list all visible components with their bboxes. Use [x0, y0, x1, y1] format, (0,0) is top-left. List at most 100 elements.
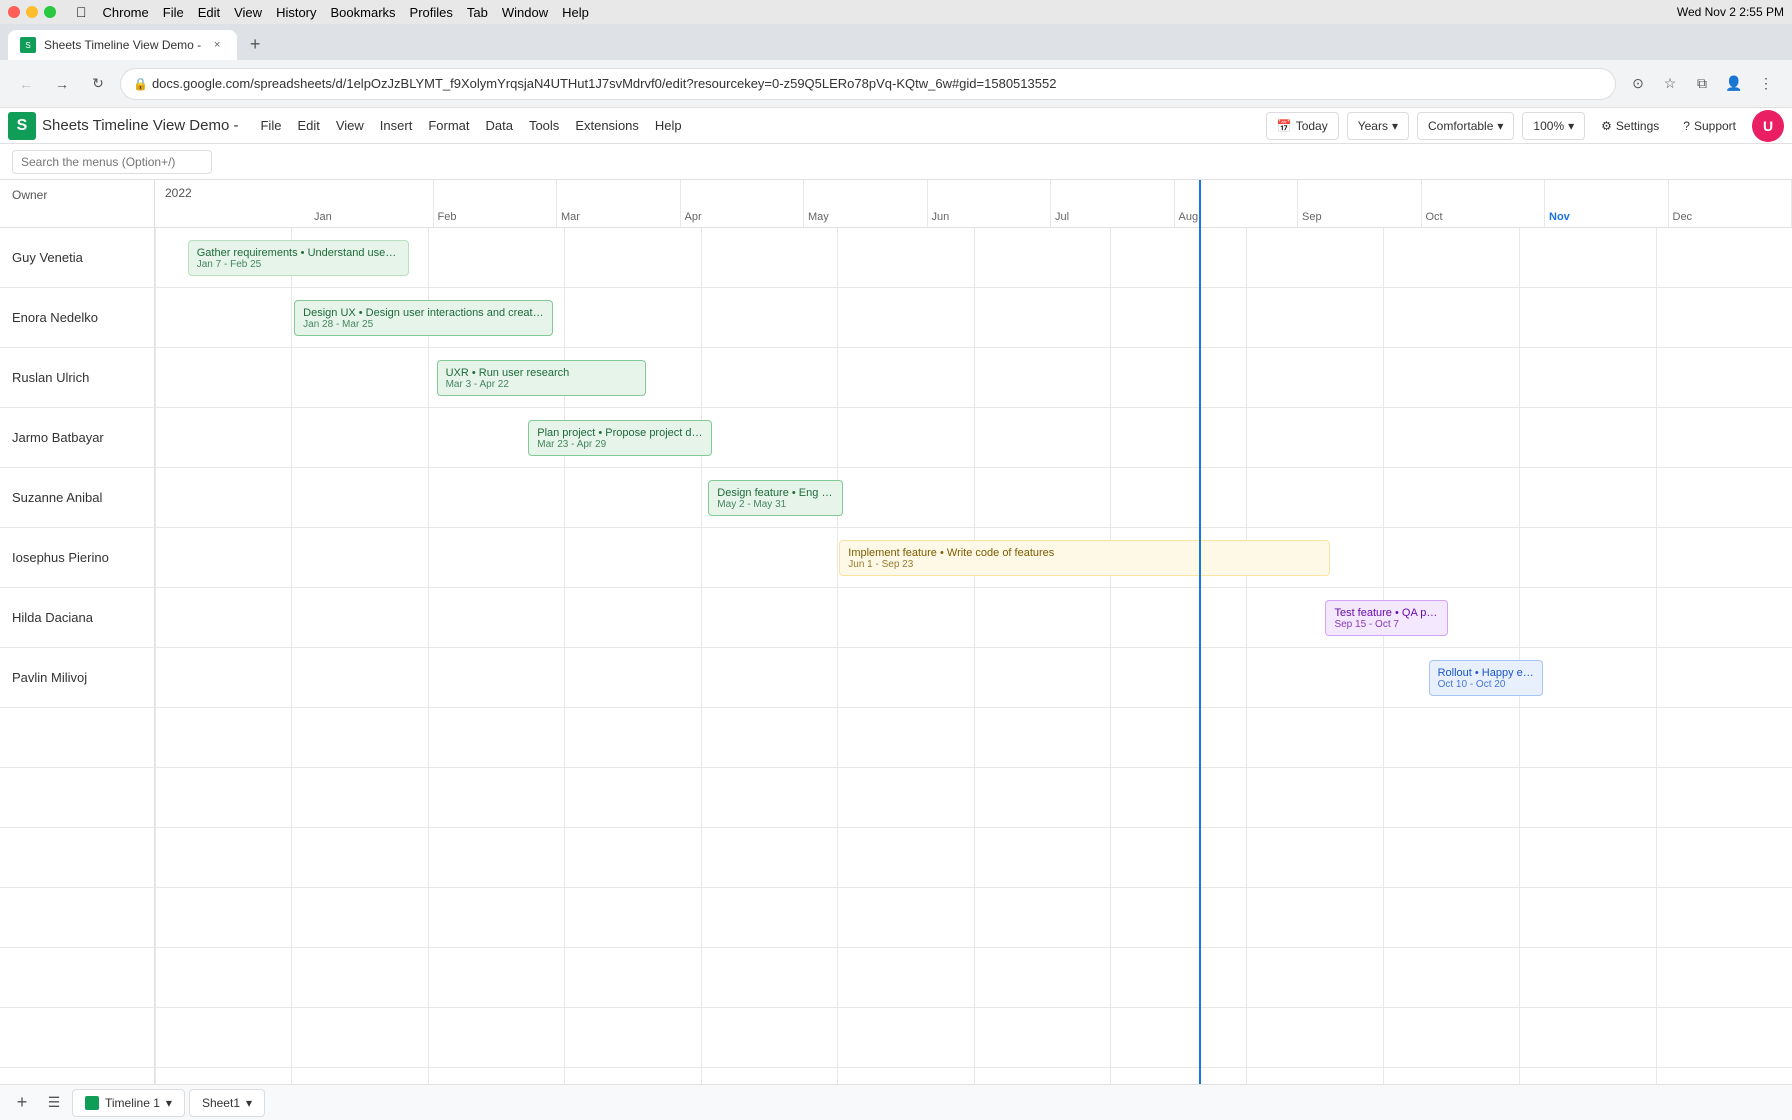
- search-input[interactable]: [12, 150, 212, 174]
- today-marker: [1199, 180, 1201, 1084]
- task-bar[interactable]: Gather requirements • Understand user re…: [188, 240, 409, 276]
- grid-line: [1110, 648, 1111, 707]
- mac-menu-window[interactable]: Window: [502, 5, 548, 20]
- grid-line: [837, 828, 838, 887]
- menu-extensions[interactable]: Extensions: [567, 114, 647, 137]
- close-button[interactable]: [8, 6, 20, 18]
- mac-menu-help[interactable]: Help: [562, 5, 589, 20]
- grid-line: [1246, 708, 1247, 767]
- zoom-button[interactable]: 100% ▾: [1522, 112, 1585, 140]
- today-button[interactable]: 📅 Today: [1266, 112, 1339, 140]
- grid-line: [155, 948, 156, 1007]
- month-cell-sep: Sep: [1298, 180, 1422, 227]
- grid-line: [974, 468, 975, 527]
- years-button[interactable]: Years ▾: [1347, 112, 1409, 140]
- menu-edit[interactable]: Edit: [289, 114, 327, 137]
- maximize-button[interactable]: [44, 6, 56, 18]
- minimize-button[interactable]: [26, 6, 38, 18]
- star-icon[interactable]: ☆: [1656, 70, 1684, 98]
- timeline-track: Design UX • Design user interactions and…: [155, 288, 1792, 347]
- timeline-row: Guy VenetiaGather requirements • Underst…: [0, 228, 1792, 288]
- owner-cell-empty: [0, 1068, 155, 1084]
- grid-line: [974, 888, 975, 947]
- owner-cell-empty: [0, 708, 155, 767]
- timeline-track-empty: [155, 948, 1792, 1007]
- mac-menu-bookmarks[interactable]: Bookmarks: [331, 5, 396, 20]
- menu-insert[interactable]: Insert: [372, 114, 421, 137]
- menu-data[interactable]: Data: [477, 114, 520, 137]
- owner-cell: Suzanne Anibal: [0, 468, 155, 527]
- menu-tools[interactable]: Tools: [521, 114, 567, 137]
- mac-menu-view[interactable]: View: [234, 5, 262, 20]
- mac-menu-profiles[interactable]: Profiles: [410, 5, 453, 20]
- user-avatar[interactable]: U: [1752, 110, 1784, 142]
- grid-line: [155, 708, 156, 767]
- task-bar[interactable]: UXR • Run user researchMar 3 - Apr 22: [437, 360, 647, 396]
- tab-sheet1[interactable]: Sheet1 ▾: [189, 1089, 265, 1117]
- menu-file[interactable]: File: [252, 114, 289, 137]
- grid-line: [1656, 708, 1657, 767]
- mac-menu-edit[interactable]: Edit: [198, 5, 220, 20]
- sheet-list-button[interactable]: ☰: [40, 1089, 68, 1117]
- grid-line: [1519, 1008, 1520, 1067]
- grid-line: [155, 528, 156, 587]
- grid-line: [1383, 948, 1384, 1007]
- task-bar[interactable]: Design feature • Eng design of featuresM…: [708, 480, 842, 516]
- url-bar[interactable]: 🔒 docs.google.com/spreadsheets/d/1elpOzJ…: [120, 68, 1616, 100]
- mac-menu-history[interactable]: History: [276, 5, 316, 20]
- account-icon[interactable]: ⊙: [1624, 70, 1652, 98]
- support-icon: ?: [1683, 119, 1690, 133]
- timeline-row: Pavlin MilivojRollout • Happy end usersO…: [0, 648, 1792, 708]
- grid-line: [701, 768, 702, 827]
- back-button[interactable]: ←: [12, 70, 40, 98]
- sheets-logo: S: [8, 112, 36, 140]
- grid-line: [1110, 1008, 1111, 1067]
- mac-menu-chrome[interactable]: Chrome: [103, 5, 149, 20]
- timeline-track: Gather requirements • Understand user re…: [155, 228, 1792, 287]
- grid-line: [837, 948, 838, 1007]
- comfortable-button[interactable]: Comfortable ▾: [1417, 112, 1514, 140]
- grid-line: [974, 588, 975, 647]
- timeline-track-empty: [155, 888, 1792, 947]
- task-bar[interactable]: Implement feature • Write code of featur…: [839, 540, 1330, 576]
- menu-format[interactable]: Format: [420, 114, 477, 137]
- more-menu-icon[interactable]: ⋮: [1752, 70, 1780, 98]
- mac-menu-tab[interactable]: Tab: [467, 5, 488, 20]
- grid-line: [428, 528, 429, 587]
- grid-line: [564, 888, 565, 947]
- grid-line: [428, 1008, 429, 1067]
- task-dates: May 2 - May 31: [717, 499, 833, 510]
- task-title: Rollout • Happy end users: [1438, 667, 1535, 679]
- timeline-body[interactable]: Guy VenetiaGather requirements • Underst…: [0, 228, 1792, 1084]
- mac-menu-items: Chrome File Edit View History Bookmarks …: [103, 5, 589, 20]
- grid-line: [155, 588, 156, 647]
- forward-button[interactable]: →: [48, 70, 76, 98]
- extensions-icon[interactable]: ⧉: [1688, 70, 1716, 98]
- profile-icon[interactable]: 👤: [1720, 70, 1748, 98]
- task-bar[interactable]: Design UX • Design user interactions and…: [294, 300, 553, 336]
- grid-line: [837, 228, 838, 287]
- month-cell-oct: Oct: [1422, 180, 1546, 227]
- tab-timeline1[interactable]: Timeline 1 ▾: [72, 1089, 185, 1117]
- add-sheet-button[interactable]: +: [8, 1089, 36, 1117]
- task-bar[interactable]: Plan project • Propose project details t…: [528, 420, 711, 456]
- active-tab[interactable]: S Sheets Timeline View Demo - ×: [8, 30, 237, 60]
- reload-button[interactable]: ↻: [84, 70, 112, 98]
- grid-line: [1383, 408, 1384, 467]
- grid-line: [1656, 768, 1657, 827]
- task-bar[interactable]: Rollout • Happy end usersOct 10 - Oct 20: [1429, 660, 1544, 696]
- support-button[interactable]: ? Support: [1675, 115, 1744, 137]
- settings-button[interactable]: ⚙ Settings: [1593, 115, 1667, 137]
- grid-line: [155, 1068, 156, 1084]
- menu-view[interactable]: View: [328, 114, 372, 137]
- grid-line: [837, 1008, 838, 1067]
- mac-menu-file[interactable]: File: [163, 5, 184, 20]
- task-title: Test feature • QA pass and dogfood: [1334, 607, 1439, 619]
- menu-help[interactable]: Help: [647, 114, 690, 137]
- task-bar[interactable]: Test feature • QA pass and dogfoodSep 15…: [1325, 600, 1448, 636]
- grid-line: [1656, 828, 1657, 887]
- tab-close-button[interactable]: ×: [209, 37, 225, 53]
- month-cell-aug: Aug: [1175, 180, 1299, 227]
- window-controls[interactable]: [8, 6, 56, 18]
- new-tab-button[interactable]: +: [241, 30, 269, 58]
